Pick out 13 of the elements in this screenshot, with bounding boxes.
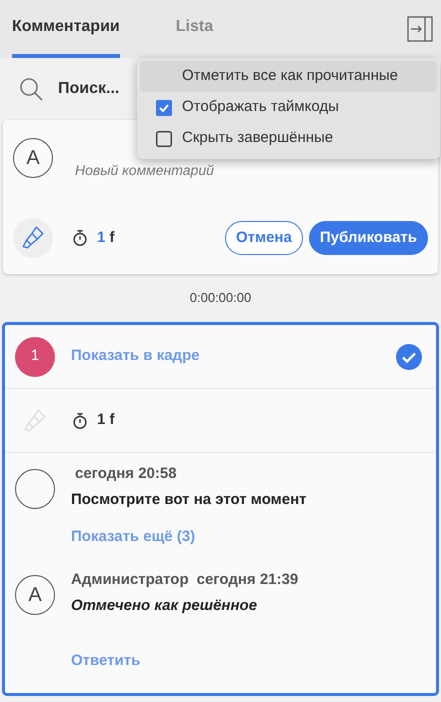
frame-count: 1 f	[97, 410, 115, 430]
comment-text: Посмотрите вот на этот момент	[71, 490, 307, 510]
comment-text: Отмечено как решённое	[71, 596, 258, 616]
comment-time: сегодня 21:39	[196, 570, 298, 590]
author-name: Администратор	[71, 570, 189, 590]
avatar: A	[15, 575, 55, 615]
menu-label: Отображать таймкоды	[182, 97, 339, 118]
avatar: A	[13, 138, 53, 178]
comment-number-badge: 1	[15, 336, 55, 376]
frame-count: 1 f	[97, 228, 115, 248]
timecode: 0:00:00:00	[190, 289, 252, 308]
menu-label: Скрыть завершённые	[182, 128, 334, 148]
comment-time: сегодня 20:58	[75, 464, 177, 484]
